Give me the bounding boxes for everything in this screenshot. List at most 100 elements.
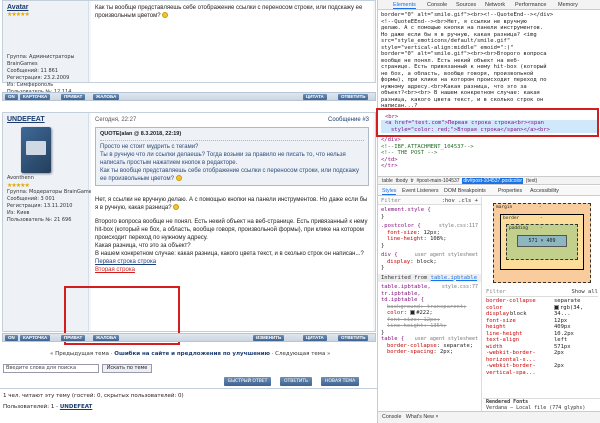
drawer-tabs: Console What's New × [378,411,600,423]
styles-panel: Filter :hov .cls + element.style { } sty… [378,197,482,411]
report-button[interactable]: ЖАЛОБА [93,94,120,100]
tab-network[interactable]: Network [485,2,505,8]
reply-button[interactable]: ОТВЕТИТЬ [338,94,369,100]
tab-accessibility[interactable]: Accessibility [530,188,559,194]
quote-block: QUOTE(alan @ 8.3.2018, 22:19) Просто не … [95,127,369,186]
online-button[interactable]: ON [5,94,18,100]
crumb-selected[interactable]: div#post-104537.postcolor [462,178,524,184]
drawer-tab-console[interactable]: Console [382,414,401,420]
tab-memory[interactable]: Memory [558,2,578,8]
quote-button[interactable]: ЦИТАТА [303,94,327,100]
color-swatch[interactable] [410,310,416,315]
post-2-date: Сегодня, 22:27 [95,117,137,123]
filter-input[interactable]: Filter [381,198,401,204]
post-1-button-row: ON КАРТОЧКА ПРИВАТ ЖАЛОБА ЦИТАТА ОТВЕТИТ… [2,92,376,101]
forum-title-link[interactable]: Ошибки на сайте и предложения по улучшен… [114,351,270,357]
tab-console[interactable]: Console [427,2,447,8]
link-second-line[interactable]: Вторая строка [95,266,369,274]
post-1-messages: Сообщений: 11 861 [7,68,59,74]
smile-icon [175,175,182,181]
quote-body: Просто не стоит мудрить с тегами? Ты в р… [100,140,364,183]
computed-row[interactable]: 2px -webkit-border-horizontal-s... [486,350,598,363]
tab-performance[interactable]: Performance [515,2,547,8]
inherited-link[interactable]: table.ipbtable [431,275,477,281]
topic-navigation: « Предыдущая тема · Ошибки на сайте и пр… [50,351,331,357]
online-user-link[interactable]: UNDEFEAT [60,404,93,410]
box-model-padding[interactable]: padding - 571 × 409 [506,224,578,260]
box-model-border[interactable]: border - padding - 571 × 409 [500,214,584,270]
post-1-body: Как ты вообще представляешь себе отображ… [91,1,373,82]
link-first-line[interactable]: Первая строка строка [95,258,369,266]
box-model-content[interactable]: 571 × 409 [517,235,567,247]
reply-button[interactable]: ОТВЕТИТЬ [338,335,369,341]
divider [0,388,377,389]
post-2-group: Группа: Модераторы BrainGames [7,189,95,195]
post-2-para-2: Второго вопроса вообще не понял. Есть не… [95,219,368,241]
report-button[interactable]: ЖАЛОБА [93,335,120,341]
devtools-tabs: Elements Console Sources Network Perform… [378,0,600,10]
styles-subtabs: Styles Event Listeners DOM Breakpoints P… [378,186,600,196]
tab-dom-breakpoints[interactable]: DOM Breakpoints [444,188,486,194]
quote-button[interactable]: ЦИТАТА [303,335,327,341]
post-2-user-no: Пользователь №: 21 696 [7,217,72,223]
quote-line: Как ты вообще представляешь себе отображ… [100,168,359,182]
quote-line: Просто не стоит мудрить с тегами? [100,144,199,150]
filter-toggles[interactable]: :hov .cls + [442,198,478,205]
reply-topic-button[interactable]: ОТВЕТИТЬ [280,377,313,386]
quick-reply-button[interactable]: БЫСТРЫЙ ОТВЕТ [224,377,272,386]
post-1-author-panel: Avatar ★★★★★ Группа: Администраторы Brai… [3,1,89,95]
post-2-msg-link[interactable]: Сообщение #3 [328,116,369,124]
post-2-messages: Сообщений: 3 001 [7,196,55,202]
post-1-stars: ★★★★★ [7,11,30,18]
crumb[interactable]: tr [411,178,414,184]
crumb[interactable]: tbody [396,178,408,184]
post-2-username[interactable]: UNDEFEAT [7,116,84,123]
box-model-margin[interactable]: margin - border - padding - 571 × 409 [493,203,591,283]
prev-topic-link[interactable]: « Предыдущая тема [50,351,109,357]
search-input[interactable]: Введите слова для поиска [3,364,99,373]
next-topic-link[interactable]: Следующая тема » [275,351,330,357]
post-2-stars: ★★★★★ [7,182,30,189]
screen: Avatar ★★★★★ Группа: Администраторы Brai… [0,0,600,423]
tab-sources[interactable]: Sources [456,2,476,8]
private-message-button[interactable]: ПРИВАТ [61,94,86,100]
highlight-box-devtools [376,108,599,137]
post-1-username[interactable]: Avatar [7,4,84,11]
post-1: Avatar ★★★★★ Группа: Администраторы Brai… [2,0,376,95]
devtools-pane: Elements Console Sources Network Perform… [376,0,600,423]
edit-button[interactable]: ИЗМЕНИТЬ [253,335,285,341]
post-1-extra: BrainGames [7,61,38,67]
crumb[interactable]: (text) [526,178,537,184]
tab-styles[interactable]: Styles [382,188,397,195]
css-prop[interactable]: border-spacing: 2px; [381,349,478,356]
computed-row[interactable]: 2px -webkit-border-vertical-spa... [486,363,598,376]
css-rule-ipbtable: style.css:77 table.ipbtable, [381,284,478,290]
new-topic-button[interactable]: НОВАЯ ТЕМА [321,377,360,386]
search-button[interactable]: Искать по теме [102,364,152,373]
post-2-para-3: Какая разница, что это за объект? [95,243,191,249]
crumb[interactable]: #post-main-104537 [416,178,459,184]
online-button[interactable]: ON [5,335,18,341]
code-line[interactable]: </tr> [381,163,598,170]
tab-event-listeners[interactable]: Event Listeners [402,188,439,194]
profile-card-button[interactable]: КАРТОЧКА [20,335,51,341]
quote-line: Ты в ручную что ли ссылки делаешь? Тогда… [100,152,346,166]
drawer-tab-whats-new[interactable]: What's New × [406,414,439,420]
post-2-para-4: В нашем конкретном случае: какая разница… [95,251,364,257]
post-1-from: Из: Симферополь [7,82,54,88]
styles-filter-bar: Filter :hov .cls + [378,197,481,205]
box-model-panel: margin - border - padding - 571 × 409 Fi… [483,197,600,411]
online-users: Пользователей: 1 - UNDEFEAT [3,404,93,410]
avatar [21,127,51,173]
crumb[interactable]: table [382,178,393,184]
post-2-para-1: Нет, я ссылки не вручную делаю. А с помо… [95,197,368,211]
online-readers: 1 чел. читают эту тему (гостей: 0, скрыт… [3,393,184,399]
tab-properties[interactable]: Properties [498,188,522,194]
profile-card-button[interactable]: КАРТОЧКА [20,94,51,100]
smile-icon [162,12,169,18]
show-all-toggle[interactable]: Show all [572,289,599,296]
rendered-fonts: Rendered Fonts Verdana — Local file (774… [483,398,600,411]
post-1-group: Группа: Администраторы [7,54,75,60]
tab-elements[interactable]: Elements [393,2,416,9]
private-message-button[interactable]: ПРИВАТ [61,335,86,341]
